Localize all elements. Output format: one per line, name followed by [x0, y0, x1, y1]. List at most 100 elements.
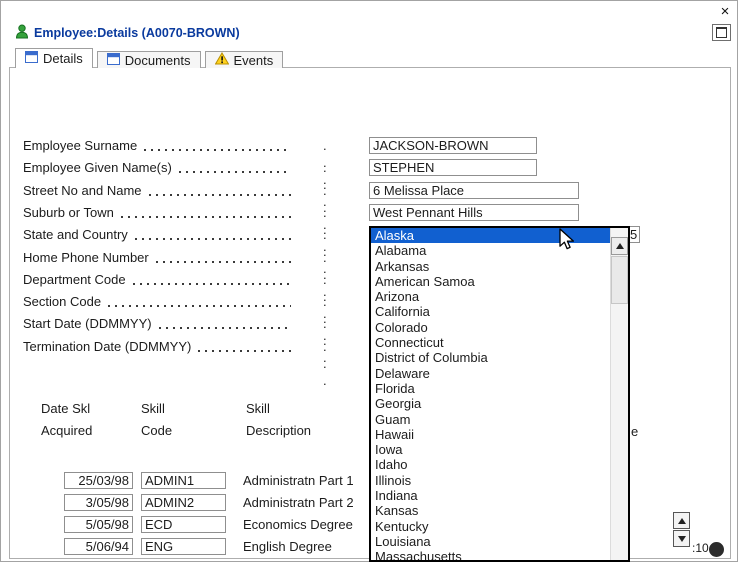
dropdown-item[interactable]: Louisiana — [371, 534, 611, 549]
scrollbar-thumb[interactable] — [611, 256, 628, 304]
form-row: Section Code. . . — [23, 293, 295, 310]
tab-details[interactable]: Details — [15, 48, 93, 68]
dropdown-item[interactable]: California — [371, 304, 611, 319]
skill-code-input[interactable]: ADMIN2 — [141, 494, 226, 511]
dropdown-item[interactable]: Guam — [371, 412, 611, 427]
dot-leader — [144, 149, 291, 151]
form-row: Home Phone Number. . . — [23, 249, 295, 266]
scroll-up-button[interactable] — [611, 237, 628, 255]
skills-col-header: Description — [246, 423, 311, 439]
spinner-down-button[interactable] — [673, 530, 690, 547]
skill-date-input[interactable]: 5/06/94 — [64, 538, 133, 555]
employee-icon — [15, 24, 29, 39]
tab-label: Documents — [125, 53, 191, 68]
form-row: Department Code. . . — [23, 271, 295, 288]
field-label: Termination Date (DDMMYY) — [23, 338, 191, 355]
close-icon[interactable]: × — [716, 4, 734, 20]
dropdown-item[interactable]: Illinois — [371, 473, 611, 488]
field-label: Home Phone Number — [23, 249, 149, 266]
dropdown-item[interactable]: Hawaii — [371, 427, 611, 442]
dot-leader — [121, 216, 291, 218]
dot-leader — [159, 327, 291, 329]
field-label: Employee Surname — [23, 137, 137, 154]
field-label: Street No and Name — [23, 182, 142, 199]
skills-col-header: Date Skl — [41, 401, 90, 417]
skill-date-input[interactable]: 5/05/98 — [64, 516, 133, 533]
spinner-up-button[interactable] — [673, 512, 690, 529]
status-dot — [709, 542, 724, 557]
form-row: Street No and Name. . .6 Melissa Place — [23, 182, 295, 199]
tab-documents[interactable]: Documents — [97, 51, 201, 68]
field-input[interactable]: STEPHEN — [369, 159, 537, 176]
form-row: Employee Surname. . .JACKSON-BROWN — [23, 137, 295, 154]
dot-leader — [108, 305, 291, 307]
arrow-up-icon — [616, 243, 624, 249]
tab-label: Events — [234, 53, 274, 68]
time-fragment: :10 — [692, 541, 709, 555]
state-dropdown: AlaskaAlabamaArkansasAmerican SamoaArizo… — [369, 226, 630, 562]
window-title: Employee:Details (A0070-BROWN) — [34, 26, 240, 40]
state-dropdown-list: AlaskaAlabamaArkansasAmerican SamoaArizo… — [371, 228, 611, 560]
skill-code-input[interactable]: ENG — [141, 538, 226, 555]
field-label: State and Country — [23, 226, 128, 243]
state-field-fragment: 5 — [630, 226, 640, 243]
form-row: Termination Date (DDMMYY). . . — [23, 338, 295, 355]
dropdown-item[interactable]: Connecticut — [371, 335, 611, 350]
arrow-down-icon — [678, 536, 686, 542]
skills-col-header: Skill — [141, 401, 165, 417]
skills-col-header: Skill — [246, 401, 270, 417]
mouse-cursor — [558, 228, 580, 253]
dot-leader — [133, 283, 291, 285]
skill-date-input[interactable]: 25/03/98 — [64, 472, 133, 489]
skill-description: Economics Degree — [243, 516, 353, 533]
skills-col-header: Code — [141, 423, 172, 439]
tab-bar: Details Documents Events — [15, 49, 283, 68]
dot-leader — [135, 238, 291, 240]
skill-description: English Degree — [243, 538, 332, 555]
skill-description: Administratn Part 1 — [243, 472, 354, 489]
form-row: Suburb or Town. . .West Pennant Hills — [23, 204, 295, 221]
dropdown-item[interactable]: Kansas — [371, 503, 611, 518]
tab-label: Details — [43, 51, 83, 66]
skill-code-input[interactable]: ADMIN1 — [141, 472, 226, 489]
dropdown-item[interactable]: Colorado — [371, 320, 611, 335]
field-input[interactable]: JACKSON-BROWN — [369, 137, 537, 154]
employee-details-window: × Employee:Details (A0070-BROWN) Details… — [0, 0, 738, 562]
dropdown-scrollbar[interactable] — [610, 228, 628, 560]
dropdown-item[interactable]: District of Columbia — [371, 350, 611, 365]
dropdown-item[interactable]: American Samoa — [371, 274, 611, 289]
dot-leader — [156, 261, 291, 263]
document-icon — [107, 53, 120, 68]
warning-icon — [215, 52, 229, 68]
field-input[interactable]: 6 Melissa Place — [369, 182, 579, 199]
dot-leader — [179, 171, 291, 173]
field-label: Start Date (DDMMYY) — [23, 315, 152, 332]
skill-code-input[interactable]: ECD — [141, 516, 226, 533]
maximize-button[interactable] — [712, 24, 731, 41]
form-icon — [25, 51, 38, 66]
skills-col-header: Acquired — [41, 423, 92, 439]
maximize-icon — [716, 27, 727, 38]
field-label: Suburb or Town — [23, 204, 114, 221]
dropdown-item[interactable]: Georgia — [371, 396, 611, 411]
leader-dots: . . . — [323, 338, 327, 389]
dropdown-item[interactable]: Arizona — [371, 289, 611, 304]
field-label: Department Code — [23, 271, 126, 288]
form-row: State and Country. . . — [23, 226, 295, 243]
dot-leader — [198, 350, 291, 352]
dropdown-item[interactable]: Kentucky — [371, 519, 611, 534]
dropdown-item[interactable]: Florida — [371, 381, 611, 396]
dropdown-item[interactable]: Delaware — [371, 366, 611, 381]
form-row: Start Date (DDMMYY). . . — [23, 315, 295, 332]
field-input[interactable]: West Pennant Hills — [369, 204, 579, 221]
arrow-up-icon — [678, 518, 686, 524]
dropdown-item[interactable]: Idaho — [371, 457, 611, 472]
dropdown-item[interactable]: Arkansas — [371, 259, 611, 274]
tab-events[interactable]: Events — [205, 51, 284, 68]
dropdown-item[interactable]: Indiana — [371, 488, 611, 503]
skill-description: Administratn Part 2 — [243, 494, 354, 511]
dropdown-item[interactable]: Massachusetts — [371, 549, 611, 560]
dropdown-item[interactable]: Iowa — [371, 442, 611, 457]
form-row: Employee Given Name(s). . .STEPHEN — [23, 159, 295, 176]
skill-date-input[interactable]: 3/05/98 — [64, 494, 133, 511]
